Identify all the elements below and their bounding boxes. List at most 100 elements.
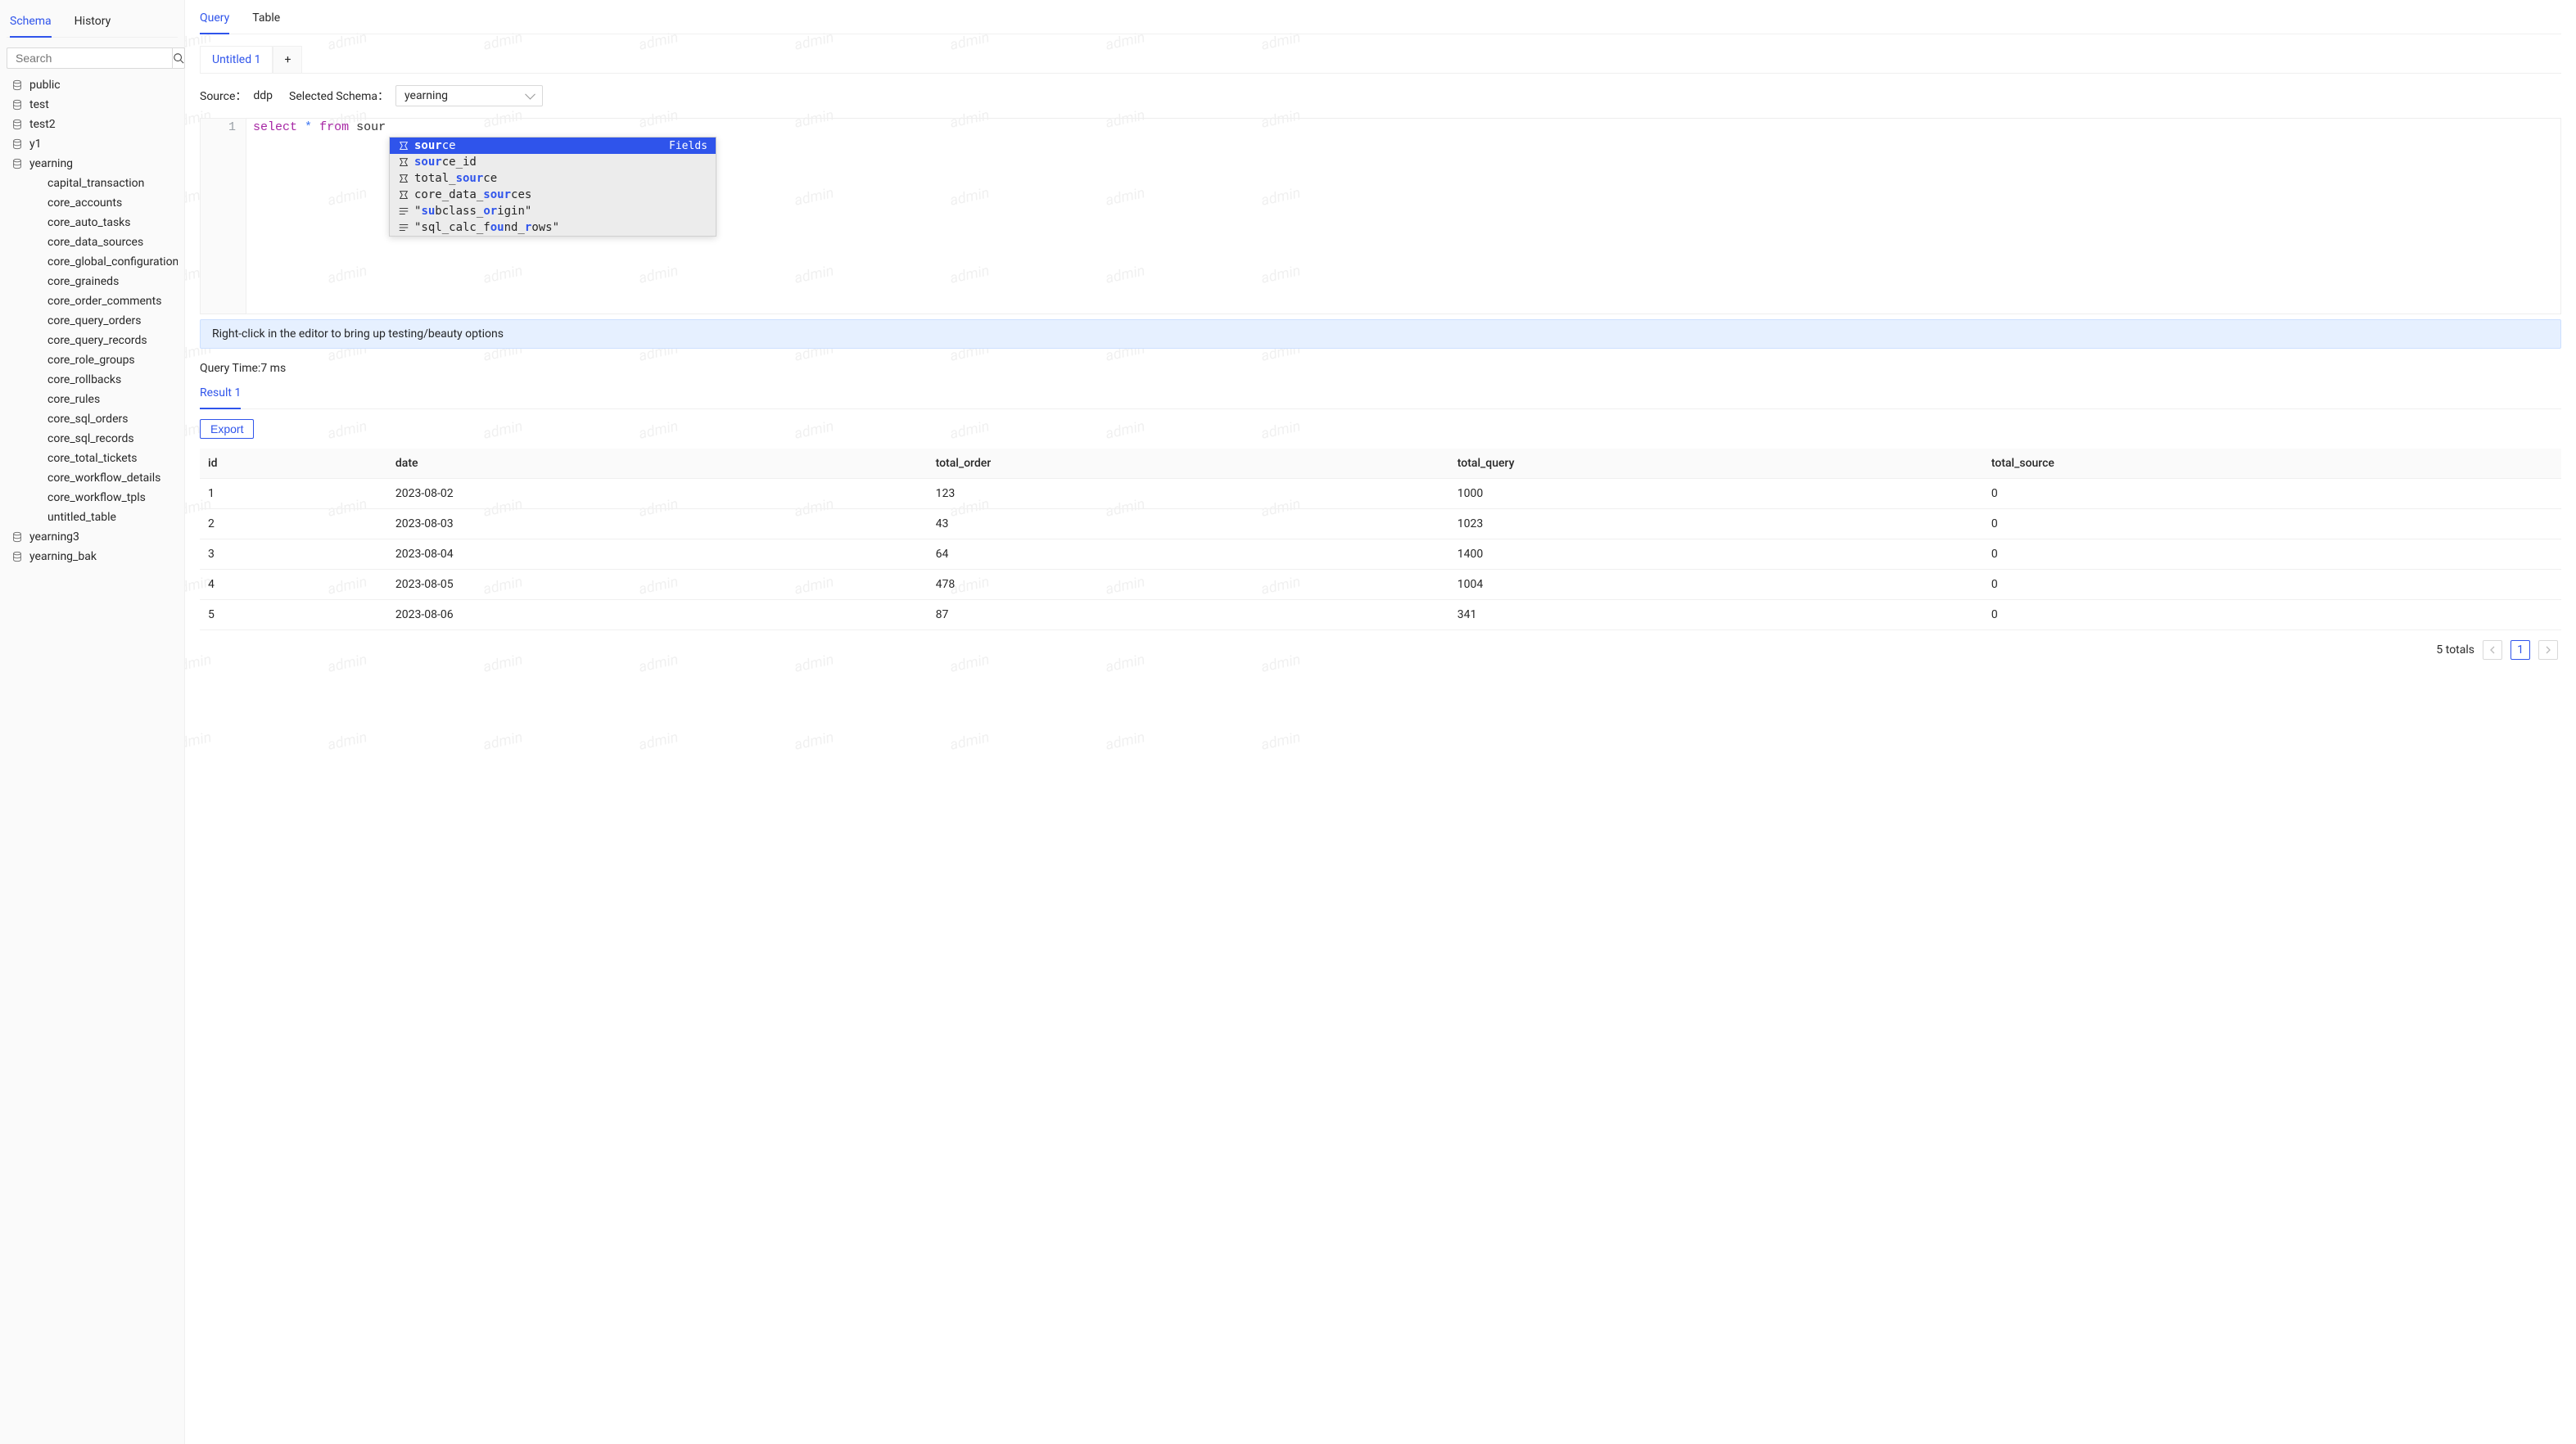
tree-db-yearning[interactable]: yearning [7, 154, 178, 174]
pager-prev[interactable] [2483, 640, 2502, 660]
chevron-left-icon [2488, 646, 2497, 654]
database-icon [11, 119, 23, 130]
result-tab-1[interactable]: Result 1 [200, 381, 241, 409]
tree-db-label: test2 [29, 118, 56, 131]
tree-db-label: yearning3 [29, 530, 79, 544]
database-icon [11, 531, 23, 543]
table-cell: 0 [1983, 539, 2561, 570]
col-date[interactable]: date [387, 449, 928, 479]
tree-table-core_workflow_details[interactable]: core_workflow_details [7, 468, 178, 488]
table-cell: 0 [1983, 600, 2561, 630]
table-row[interactable]: 52023-08-06873410 [200, 600, 2561, 630]
autocomplete-hint: Fields [669, 140, 707, 152]
table-row[interactable]: 32023-08-046414000 [200, 539, 2561, 570]
table-cell: 2023-08-03 [387, 509, 928, 539]
database-icon [11, 158, 23, 169]
table-cell: 478 [928, 570, 1449, 600]
tree-table-core_query_records[interactable]: core_query_records [7, 331, 178, 350]
tree-table-core_workflow_tpls[interactable]: core_workflow_tpls [7, 488, 178, 508]
main-tab-table[interactable]: Table [252, 7, 280, 34]
tree-db-label: yearning_bak [29, 550, 97, 563]
table-cell: 123 [928, 479, 1449, 509]
autocomplete-item[interactable]: total_source [390, 170, 716, 187]
table-cell: 1400 [1449, 539, 1983, 570]
table-row[interactable]: 42023-08-0547810040 [200, 570, 2561, 600]
col-total_query[interactable]: total_query [1449, 449, 1983, 479]
sql-editor[interactable]: 1 select * from sour sourceFieldssource_… [200, 118, 2561, 314]
schema-tree: public test test2 y1 yearning capital_transac… [7, 75, 178, 1437]
schema-label: Selected Schema： [289, 88, 389, 104]
tree-table-capital_transaction[interactable]: capital_transaction [7, 174, 178, 193]
keyword-icon [398, 205, 409, 217]
table-cell: 87 [928, 600, 1449, 630]
schema-search-input[interactable] [7, 47, 172, 69]
tree-db-yearning_bak[interactable]: yearning_bak [7, 547, 178, 566]
table-cell: 3 [200, 539, 387, 570]
tree-table-core_accounts[interactable]: core_accounts [7, 193, 178, 213]
tree-table-untitled_table[interactable]: untitled_table [7, 508, 178, 527]
table-row[interactable]: 22023-08-034310230 [200, 509, 2561, 539]
editor-code[interactable]: select * from sour [246, 119, 392, 314]
tree-table-core_sql_orders[interactable]: core_sql_orders [7, 409, 178, 429]
tree-table-core_graineds[interactable]: core_graineds [7, 272, 178, 291]
source-label: Source： [200, 88, 246, 104]
autocomplete-item[interactable]: "sql_calc_found_rows" [390, 219, 716, 236]
table-cell: 2 [200, 509, 387, 539]
chevron-right-icon [2544, 646, 2552, 654]
col-total_source[interactable]: total_source [1983, 449, 2561, 479]
keyword-icon [398, 222, 409, 233]
tree-table-core_order_comments[interactable]: core_order_comments [7, 291, 178, 311]
tree-table-core_rules[interactable]: core_rules [7, 390, 178, 409]
sidebar: Schema History public test test2 y1 yearning… [0, 0, 185, 1444]
pager-page-1[interactable]: 1 [2510, 640, 2530, 660]
autocomplete-item[interactable]: core_data_sources [390, 187, 716, 203]
query-tab-add[interactable]: + [273, 46, 302, 73]
tree-db-label: test [29, 98, 49, 111]
totals-label: 5 totals [2436, 643, 2474, 657]
export-button[interactable]: Export [200, 419, 254, 439]
col-id[interactable]: id [200, 449, 387, 479]
tree-table-core_sql_records[interactable]: core_sql_records [7, 429, 178, 449]
tree-table-core_rollbacks[interactable]: core_rollbacks [7, 370, 178, 390]
tree-table-core_query_orders[interactable]: core_query_orders [7, 311, 178, 331]
tree-table-core_total_tickets[interactable]: core_total_tickets [7, 449, 178, 468]
col-total_order[interactable]: total_order [928, 449, 1449, 479]
field-icon [398, 140, 409, 151]
field-icon [398, 173, 409, 184]
table-cell: 43 [928, 509, 1449, 539]
tree-db-yearning3[interactable]: yearning3 [7, 527, 178, 547]
search-icon [173, 52, 184, 64]
tree-db-public[interactable]: public [7, 75, 178, 95]
pager-next[interactable] [2538, 640, 2558, 660]
tree-db-test2[interactable]: test2 [7, 115, 178, 134]
schema-select[interactable]: yearning [395, 85, 543, 106]
editor-hint-banner: Right-click in the editor to bring up te… [200, 319, 2561, 349]
autocomplete-item[interactable]: "subclass_origin" [390, 203, 716, 219]
field-icon [398, 189, 409, 201]
tree-db-label: public [29, 79, 61, 92]
table-row[interactable]: 12023-08-0212310000 [200, 479, 2561, 509]
sidebar-tab-history[interactable]: History [75, 10, 111, 38]
tree-table-core_data_sources[interactable]: core_data_sources [7, 232, 178, 252]
tree-table-core_auto_tasks[interactable]: core_auto_tasks [7, 213, 178, 232]
tree-table-core_global_configuration[interactable]: core_global_configuration [7, 252, 178, 272]
table-cell: 0 [1983, 509, 2561, 539]
tree-db-y1[interactable]: y1 [7, 134, 178, 154]
table-cell: 341 [1449, 600, 1983, 630]
table-cell: 64 [928, 539, 1449, 570]
autocomplete-item[interactable]: sourceFields [390, 138, 716, 154]
tree-db-label: y1 [29, 138, 42, 151]
schema-search-button[interactable] [172, 47, 185, 69]
autocomplete-popup[interactable]: sourceFieldssource_idtotal_sourcecore_da… [389, 137, 716, 237]
database-icon [11, 99, 23, 111]
tree-db-label: yearning [29, 157, 73, 170]
sidebar-tab-schema[interactable]: Schema [10, 10, 52, 38]
table-cell: 4 [200, 570, 387, 600]
tree-table-core_role_groups[interactable]: core_role_groups [7, 350, 178, 370]
tree-db-test[interactable]: test [7, 95, 178, 115]
query-tab-current[interactable]: Untitled 1 [200, 46, 273, 73]
autocomplete-item[interactable]: source_id [390, 154, 716, 170]
table-cell: 2023-08-06 [387, 600, 928, 630]
main-tab-query[interactable]: Query [200, 7, 229, 34]
table-cell: 2023-08-05 [387, 570, 928, 600]
